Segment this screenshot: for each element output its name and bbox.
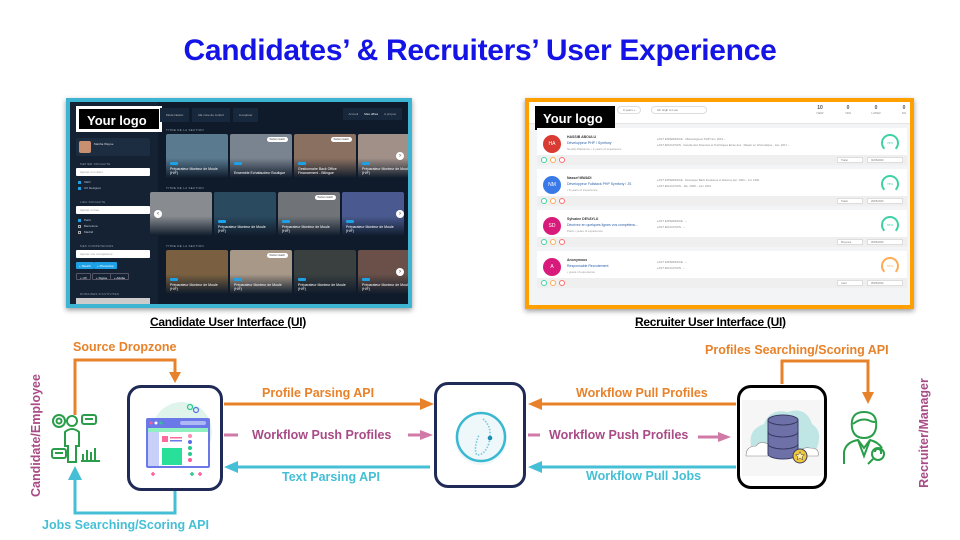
database-node[interactable] [737,385,827,489]
recruiter-actor-label: Recruiter/Manager [917,378,931,488]
candidate-actor-label: Candidate/Employee [29,374,43,497]
candidate-app-node[interactable] [127,385,223,491]
engine-logo-icon [455,411,507,465]
cloud-database-icon [742,400,824,476]
profiles-search-label: Profiles Searching/Scoring API [705,343,889,357]
jobs-search-label: Jobs Searching/Scoring API [42,518,209,532]
source-dropzone-label: Source Dropzone [73,340,177,354]
profile-parsing-label: Profile Parsing API [262,386,375,400]
text-parsing-label: Text Parsing API [282,470,380,484]
push-profiles-left-label: Workflow Push Profiles [252,428,392,442]
web-app-icon [146,402,212,476]
engine-node[interactable] [434,382,526,488]
recruiter-person-icon [843,410,885,465]
candidate-person-icon [51,414,100,463]
push-profiles-right-label: Workflow Push Profiles [549,428,689,442]
pull-profiles-label: Workflow Pull Profiles [576,386,708,400]
pull-jobs-label: Workflow Pull Jobs [586,469,702,483]
